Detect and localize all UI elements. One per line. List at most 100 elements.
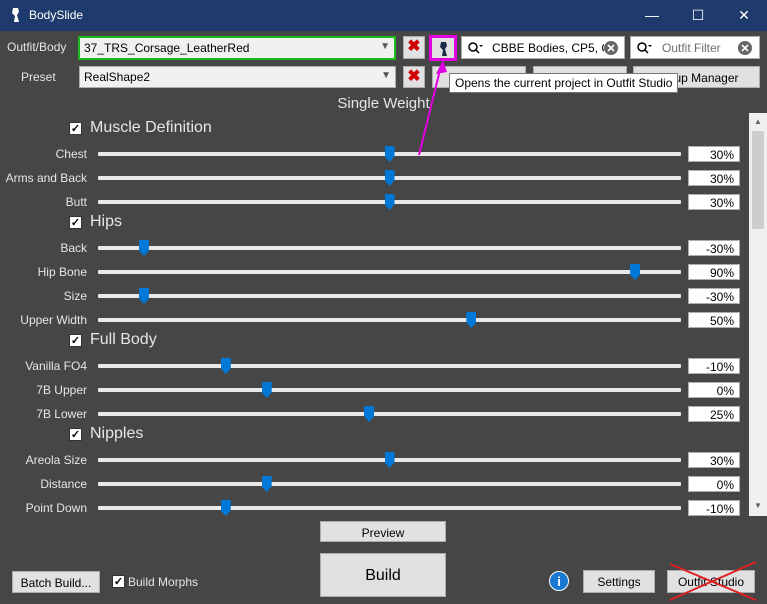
scroll-up-icon[interactable]: ▲: [754, 117, 762, 126]
slider-label: 7B Upper: [36, 383, 87, 397]
preset-label: Preset: [21, 70, 56, 84]
maximize-button[interactable]: ☐: [675, 0, 721, 31]
close-button[interactable]: ✕: [721, 0, 767, 31]
search-icon: [637, 42, 652, 54]
slider-label: Butt: [65, 195, 87, 209]
info-icon[interactable]: i: [549, 571, 569, 591]
slider-label: Chest: [55, 147, 87, 161]
slider-row: Hip Bone 90%: [0, 261, 748, 283]
slider-value-field[interactable]: 25%: [688, 406, 740, 422]
slider-thumb[interactable]: [630, 264, 641, 280]
slider-row: Arms and Back 30%: [0, 167, 748, 189]
slider-label: Upper Width: [20, 313, 87, 327]
slider-value-field[interactable]: 0%: [688, 382, 740, 398]
section-title: Muscle Definition: [90, 119, 212, 136]
section-checkbox[interactable]: ✓: [69, 428, 82, 441]
slider-label: Areola Size: [25, 453, 87, 467]
slider-row: 7B Lower 25%: [0, 403, 748, 425]
slider-track[interactable]: [98, 318, 681, 322]
red-x-icon: ✖: [407, 68, 421, 85]
slider-value-field[interactable]: 90%: [688, 264, 740, 280]
clear-filter-icon[interactable]: [603, 40, 619, 56]
chevron-down-icon: ▼: [381, 70, 391, 81]
slider-row: Distance 0%: [0, 473, 748, 495]
slider-thumb[interactable]: [261, 382, 272, 398]
slider-thumb[interactable]: [138, 240, 149, 256]
weight-header: Single Weight: [337, 95, 430, 112]
section-title: Nipples: [90, 425, 144, 442]
chevron-down-icon: ▼: [380, 41, 390, 52]
slider-thumb[interactable]: [384, 170, 395, 186]
slider-value-field[interactable]: -30%: [688, 240, 740, 256]
slider-row: 7B Upper 0%: [0, 379, 748, 401]
slider-value-field[interactable]: 30%: [688, 170, 740, 186]
slider-track[interactable]: [98, 506, 681, 510]
slider-label: Arms and Back: [5, 171, 87, 185]
preview-button[interactable]: Preview: [320, 521, 446, 542]
section-checkbox[interactable]: ✓: [69, 122, 82, 135]
slider-panel: ✓ Muscle Definition Chest 30% Arms and Back 3…: [0, 113, 748, 516]
group-filter-field[interactable]: CBBE Bodies, CP5, Co: [461, 36, 625, 59]
slider-track[interactable]: [98, 364, 681, 368]
slider-label: Distance: [40, 477, 87, 491]
section-checkbox[interactable]: ✓: [69, 216, 82, 229]
clear-filter-icon[interactable]: [737, 40, 753, 56]
slider-value-field[interactable]: -10%: [688, 500, 740, 516]
slider-track[interactable]: [98, 388, 681, 392]
slider-value-field[interactable]: 30%: [688, 194, 740, 210]
open-in-outfit-studio-button[interactable]: [429, 35, 457, 61]
slider-track[interactable]: [98, 270, 681, 274]
scrollbar[interactable]: ▲ ▼: [749, 113, 767, 516]
slider-value-field[interactable]: 50%: [688, 312, 740, 328]
slider-track[interactable]: [98, 246, 681, 250]
slider-thumb[interactable]: [261, 476, 272, 492]
preset-value: RealShape2: [84, 70, 151, 84]
slider-thumb[interactable]: [384, 146, 395, 162]
strike-through-annotation: [669, 561, 757, 601]
slider-row: Vanilla FO4 -10%: [0, 355, 748, 377]
slider-value-field[interactable]: 0%: [688, 476, 740, 492]
section-checkbox[interactable]: ✓: [69, 334, 82, 347]
slider-label: Size: [63, 289, 87, 303]
section-title: Hips: [90, 213, 123, 230]
settings-button[interactable]: Settings: [583, 570, 655, 593]
slider-thumb[interactable]: [220, 500, 231, 516]
bodyslide-app-icon: [12, 8, 19, 22]
clear-outfit-button[interactable]: ✖: [403, 36, 425, 59]
slider-track[interactable]: [98, 412, 681, 416]
slider-thumb[interactable]: [466, 312, 477, 328]
clear-preset-button[interactable]: ✖: [403, 66, 425, 88]
preset-combo[interactable]: RealShape2 ▼: [79, 66, 396, 88]
red-x-icon: ✖: [407, 38, 421, 55]
build-morphs-label: Build Morphs: [128, 575, 199, 589]
scroll-down-icon[interactable]: ▼: [754, 501, 762, 510]
slider-thumb[interactable]: [384, 194, 395, 210]
outfit-filter-field[interactable]: Outfit Filter: [630, 36, 760, 59]
slider-thumb[interactable]: [220, 358, 231, 374]
slider-track[interactable]: [98, 482, 681, 486]
slider-label: Vanilla FO4: [25, 359, 87, 373]
slider-thumb[interactable]: [138, 288, 149, 304]
batch-build-button[interactable]: Batch Build...: [12, 571, 100, 593]
title-bar: BodySlide — ☐ ✕: [0, 0, 767, 31]
slider-value-field[interactable]: 30%: [688, 452, 740, 468]
slider-thumb[interactable]: [384, 452, 395, 468]
tooltip: Opens the current project in Outfit Stud…: [449, 73, 679, 93]
slider-value-field[interactable]: 30%: [688, 146, 740, 162]
outfit-studio-icon: [440, 42, 447, 56]
section-title: Full Body: [90, 331, 157, 348]
scroll-thumb[interactable]: [752, 131, 764, 229]
slider-label: Hip Bone: [37, 265, 87, 279]
build-button[interactable]: Build: [320, 553, 446, 597]
outfit-body-label: Outfit/Body: [7, 40, 67, 54]
group-filter-value: CBBE Bodies, CP5, Co: [492, 41, 604, 55]
slider-row: Areola Size 30%: [0, 449, 748, 471]
slider-value-field[interactable]: -10%: [688, 358, 740, 374]
minimize-button[interactable]: —: [629, 0, 675, 31]
outfit-filter-placeholder: Outfit Filter: [662, 41, 721, 55]
slider-value-field[interactable]: -30%: [688, 288, 740, 304]
build-morphs-checkbox[interactable]: ✓: [112, 575, 125, 588]
outfit-body-combo[interactable]: 37_TRS_Corsage_LeatherRed ▼: [78, 36, 396, 60]
slider-thumb[interactable]: [364, 406, 375, 422]
slider-track[interactable]: [98, 294, 681, 298]
